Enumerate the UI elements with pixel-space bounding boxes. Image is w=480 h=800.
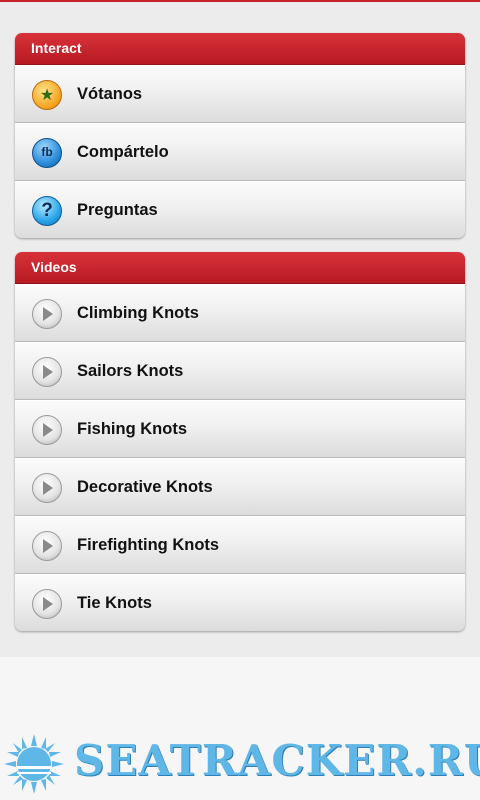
question-icon: ? <box>32 196 62 226</box>
sun-logo-icon <box>4 734 64 794</box>
list-item-label: Firefighting Knots <box>77 536 220 554</box>
star-icon: ★ <box>32 80 62 110</box>
play-icon <box>32 415 62 445</box>
play-icon <box>32 473 62 503</box>
list-item-sailors-knots[interactable]: Sailors Knots <box>15 342 465 400</box>
section-header-interact: Interact <box>15 33 465 65</box>
section-header-videos: Videos <box>15 252 465 284</box>
list-item-preguntas[interactable]: ? Preguntas <box>15 181 465 238</box>
list-item-label: Fishing Knots <box>77 420 187 438</box>
list-item-label: Decorative Knots <box>77 478 213 496</box>
watermark-text: SEATRACKER.RU <box>74 736 480 785</box>
list-item-label: Compártelo <box>77 143 169 161</box>
list-item-firefighting-knots[interactable]: Firefighting Knots <box>15 516 465 574</box>
list-item-decorative-knots[interactable]: Decorative Knots <box>15 458 465 516</box>
facebook-icon: fb <box>32 138 62 168</box>
play-icon <box>32 589 62 619</box>
list-item-votanos[interactable]: ★ Vótanos <box>15 65 465 123</box>
interact-section: Interact ★ Vótanos fb Compártelo ? Pregu… <box>15 33 465 238</box>
list-item-label: Sailors Knots <box>77 362 184 380</box>
list-item-tie-knots[interactable]: Tie Knots <box>15 574 465 631</box>
list-item-climbing-knots[interactable]: Climbing Knots <box>15 284 465 342</box>
list-item-label: Vótanos <box>77 85 143 103</box>
list-item-label: Preguntas <box>77 201 158 219</box>
play-icon <box>32 531 62 561</box>
watermark: SEATRACKER.RU <box>0 728 480 800</box>
list-item-compartelo[interactable]: fb Compártelo <box>15 123 465 181</box>
list-item-label: Tie Knots <box>77 594 152 612</box>
list-item-label: Climbing Knots <box>77 304 199 322</box>
play-icon <box>32 357 62 387</box>
videos-section: Videos Climbing Knots Sailors Knots Fish… <box>15 252 465 631</box>
play-icon <box>32 299 62 329</box>
list-item-fishing-knots[interactable]: Fishing Knots <box>15 400 465 458</box>
